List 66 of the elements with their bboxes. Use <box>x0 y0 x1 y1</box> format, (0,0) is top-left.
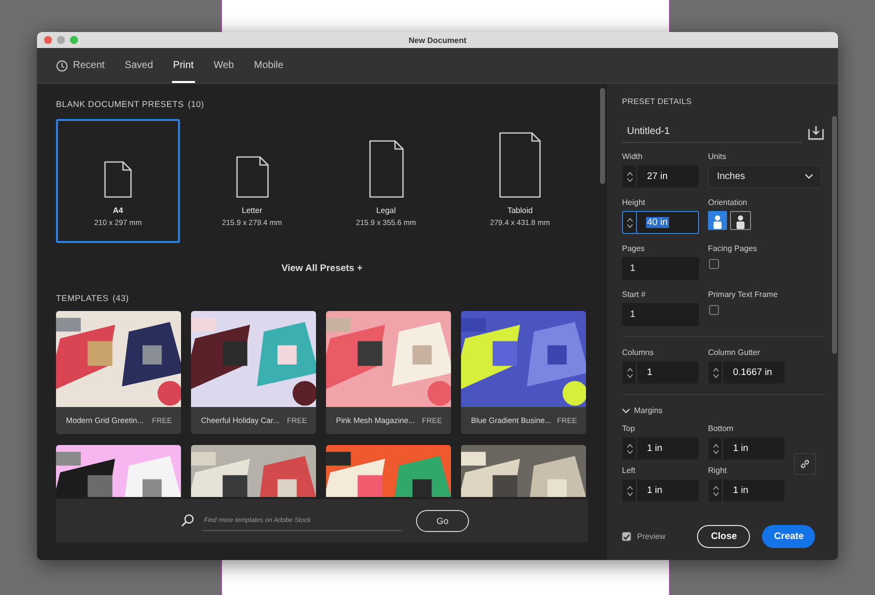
document-icon <box>104 161 132 198</box>
landscape-button[interactable] <box>730 211 751 230</box>
tab[interactable]: Web <box>212 50 235 83</box>
field-label: Start # <box>622 290 647 299</box>
document-icon <box>499 132 541 198</box>
preset-name: Legal <box>376 206 396 215</box>
chevron-icon <box>805 174 813 179</box>
field-label: Columns <box>622 348 655 357</box>
scrollbar-thumb[interactable] <box>832 116 837 354</box>
field-label: Units <box>708 152 728 161</box>
checkbox[interactable] <box>622 532 631 541</box>
field-label: Height <box>622 198 646 207</box>
search-icon <box>181 514 194 527</box>
tab[interactable]: Recent <box>55 50 106 83</box>
pages-field[interactable]: 1 <box>622 257 699 280</box>
field-label: Facing Pages <box>708 244 758 253</box>
field-label: Column Gutter <box>708 348 762 357</box>
margins-toggle[interactable]: Margins <box>622 406 824 415</box>
field-label: Bottom <box>708 424 734 433</box>
create-button[interactable]: Create <box>762 525 816 548</box>
units-dropdown[interactable]: Inches <box>708 165 822 188</box>
clock-icon <box>56 60 68 72</box>
link-button[interactable] <box>794 452 816 474</box>
preset-count: (10) <box>188 99 204 109</box>
chevron-icon <box>622 408 630 414</box>
margin-left-field[interactable]: 1 in <box>622 479 699 502</box>
field-label: Primary Text Frame <box>708 290 779 299</box>
close-button[interactable]: Close <box>697 525 750 548</box>
start-field[interactable]: 1 <box>622 303 699 326</box>
link-icon <box>799 458 811 470</box>
person-icon <box>712 214 723 229</box>
checkbox[interactable] <box>709 259 719 269</box>
field-label: Orientation <box>708 198 748 207</box>
preset-name: A4 <box>112 206 124 215</box>
columns-field[interactable]: 1 <box>622 361 699 384</box>
field-label: Right <box>708 466 728 475</box>
height-field[interactable]: 40 in <box>622 211 699 234</box>
field-label: Top <box>622 424 636 433</box>
tab[interactable]: Mobile <box>253 50 284 83</box>
section-heading: PRESET DETAILS <box>622 97 693 106</box>
section-heading: BLANK DOCUMENT PRESETS <box>56 99 184 109</box>
preset-name: Letter <box>242 206 262 215</box>
width-field[interactable]: 27 in <box>622 165 699 188</box>
margin-right-field[interactable]: 1 in <box>708 479 785 502</box>
column-gutter-field[interactable]: 0.1667 in <box>708 361 785 384</box>
margin-bottom-field[interactable]: 1 in <box>708 437 785 460</box>
go-button[interactable]: Go <box>416 510 469 532</box>
window-title: New Document <box>408 36 466 44</box>
preset-name: Tabloid <box>507 206 533 215</box>
person-icon <box>735 214 746 229</box>
margin-top-field[interactable]: 1 in <box>622 437 699 460</box>
document-name-field[interactable]: Untitled-1 <box>622 121 802 143</box>
section-heading: TEMPLATES <box>56 293 109 303</box>
field-label: Width <box>622 152 644 161</box>
document-icon <box>236 156 268 198</box>
field-label: Left <box>622 466 636 475</box>
preview-label: Preview <box>637 532 666 541</box>
scrollbar-thumb[interactable] <box>600 88 605 184</box>
tab[interactable]: Saved <box>124 50 154 83</box>
save-preset-icon[interactable] <box>808 124 824 140</box>
document-icon <box>368 140 404 198</box>
portrait-button[interactable] <box>708 211 727 230</box>
checkbox[interactable] <box>709 305 719 315</box>
template-count: (43) <box>112 293 129 303</box>
view-all-presets-link[interactable]: View All Presets + <box>275 262 369 275</box>
field-label: Pages <box>622 244 646 253</box>
